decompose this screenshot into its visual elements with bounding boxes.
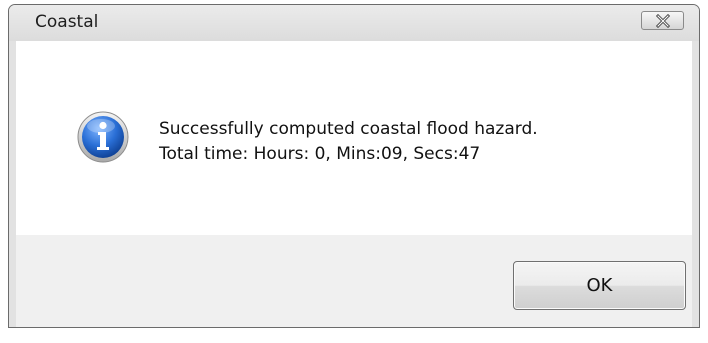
dialog-button-area: OK	[16, 235, 692, 327]
window-title: Coastal	[35, 12, 99, 32]
message-line: Successfully computed coastal flood haza…	[159, 119, 538, 139]
close-icon	[655, 14, 671, 28]
title-bar[interactable]: Coastal	[9, 5, 699, 41]
close-button[interactable]	[641, 11, 684, 30]
message-line: Total time: Hours: 0, Mins:09, Secs:47	[159, 144, 481, 164]
dialog-message: Successfully computed coastal flood haza…	[159, 117, 538, 167]
message-dialog-window: Coastal Successfully computed coastal fl…	[8, 4, 700, 328]
dialog-content: Successfully computed coastal flood haza…	[16, 41, 692, 235]
info-icon	[77, 111, 129, 163]
ok-button[interactable]: OK	[513, 261, 686, 310]
